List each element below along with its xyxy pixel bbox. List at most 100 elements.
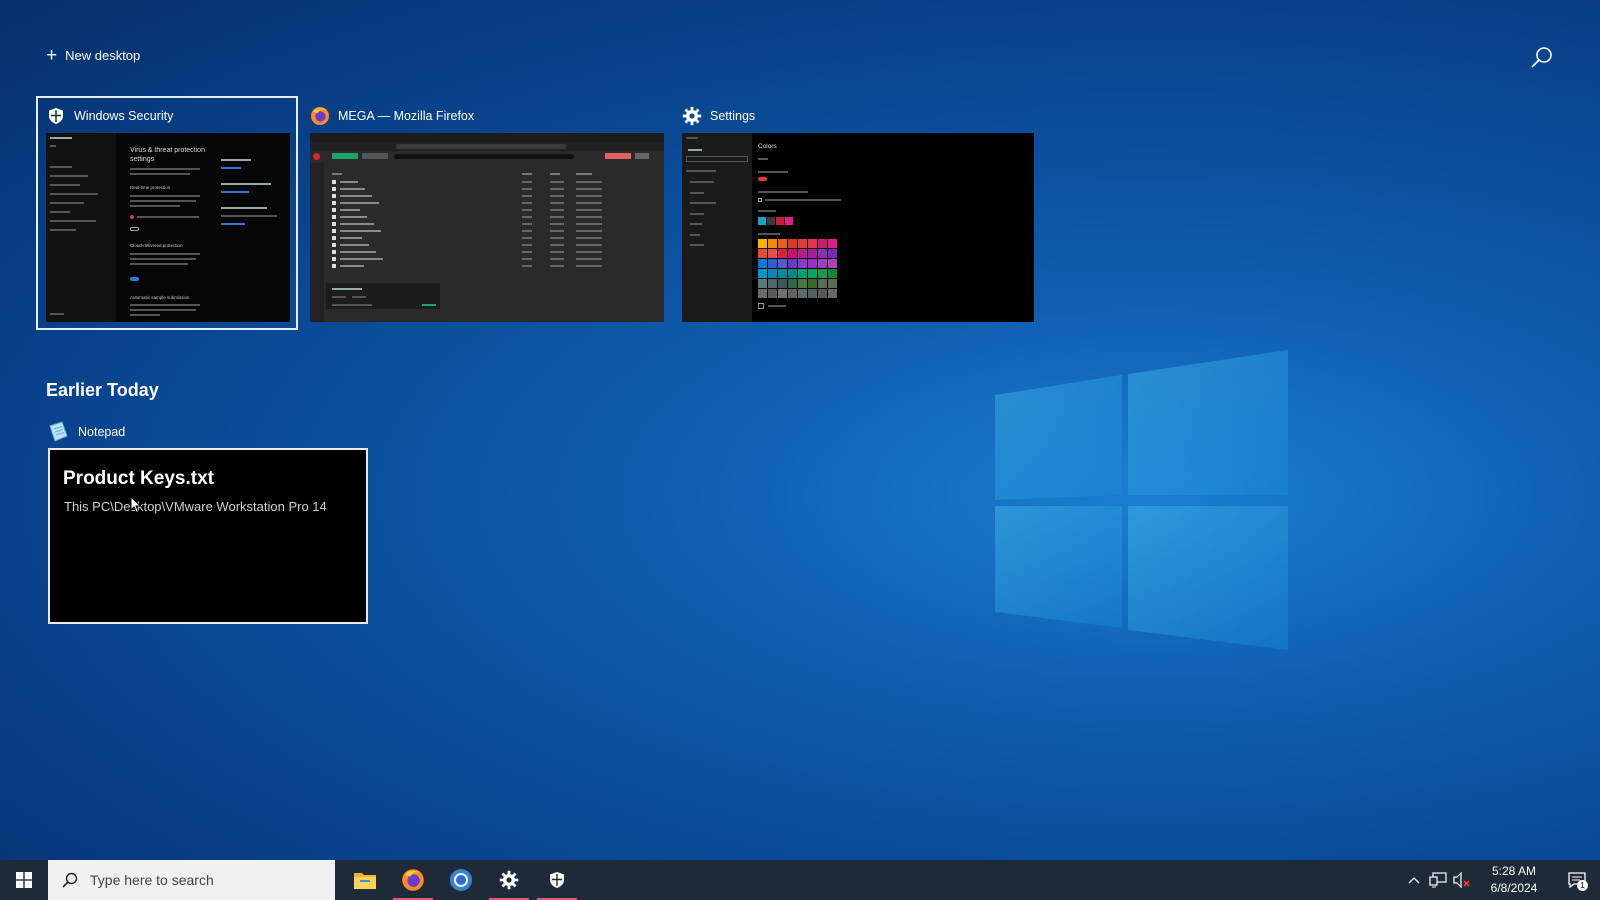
new-desktop-button[interactable]: + New desktop <box>46 44 140 66</box>
window-thumbnail-windows-security[interactable]: Windows Security Virus & threat protecti… <box>46 101 290 327</box>
color-swatch <box>788 249 797 258</box>
clock-time: 5:28 AM <box>1491 864 1537 878</box>
color-swatch <box>828 269 837 278</box>
color-swatch <box>818 269 827 278</box>
network-icon[interactable] <box>1426 860 1450 900</box>
security-heading: Virus & threat protection settings <box>130 147 205 163</box>
color-swatch <box>758 269 767 278</box>
timeline-card[interactable]: Product Keys.txt This PC\Desktop\VMware … <box>48 448 368 624</box>
color-swatch <box>828 259 837 268</box>
color-swatch <box>808 249 817 258</box>
color-swatch <box>818 239 827 248</box>
window-thumbnail-settings[interactable]: Settings Colors <box>682 101 1034 327</box>
windows-logo-wallpaper <box>990 350 1290 650</box>
timeline-file-path: This PC\Desktop\VMware Workstation Pro 1… <box>64 499 327 514</box>
color-swatch <box>778 259 787 268</box>
color-swatch <box>818 259 827 268</box>
taskbar: Type here to search 5:28 AM 6/8/2024 1 <box>0 860 1600 900</box>
color-swatch <box>768 239 777 248</box>
color-swatch <box>808 239 817 248</box>
rtp-label: Real-time protection <box>130 185 171 190</box>
file-explorer-icon <box>354 873 376 889</box>
firefox-icon <box>310 106 330 126</box>
mouse-cursor-icon <box>130 495 142 514</box>
color-swatch <box>768 289 777 298</box>
plus-icon: + <box>46 44 58 66</box>
window-thumbnail-firefox[interactable]: MEGA — Mozilla Firefox <box>310 101 664 327</box>
search-placeholder: Type here to search <box>90 872 214 888</box>
window-title: MEGA — Mozilla Firefox <box>338 109 475 123</box>
start-button[interactable] <box>0 860 48 900</box>
system-tray: 5:28 AM 6/8/2024 1 <box>1402 860 1600 900</box>
color-swatch <box>778 249 787 258</box>
color-swatch <box>798 279 807 288</box>
color-swatch <box>798 269 807 278</box>
timeline-item-notepad[interactable]: Notepad Product Keys.txt This PC\Desktop… <box>46 416 368 624</box>
preview-row <box>326 263 648 269</box>
color-swatch <box>758 249 767 258</box>
color-swatch <box>798 259 807 268</box>
gear-icon <box>682 106 702 126</box>
window-preview: Colors <box>682 133 1034 322</box>
color-swatch <box>818 289 827 298</box>
window-title: Windows Security <box>74 109 174 123</box>
taskbar-search-box[interactable]: Type here to search <box>48 860 335 900</box>
color-swatch <box>788 289 797 298</box>
color-swatch <box>768 269 777 278</box>
preview-row <box>326 207 648 213</box>
chevron-up-icon[interactable] <box>1402 860 1426 900</box>
preview-row <box>326 200 648 206</box>
color-swatch <box>808 259 817 268</box>
preview-row <box>326 249 648 255</box>
search-icon <box>62 872 78 888</box>
color-swatch <box>788 239 797 248</box>
notification-badge: 1 <box>1577 880 1588 891</box>
settings-heading: Colors <box>758 143 777 150</box>
color-swatch <box>828 249 837 258</box>
preview-row <box>326 179 648 185</box>
color-swatch <box>788 269 797 278</box>
color-swatch <box>828 289 837 298</box>
windows-icon <box>16 872 32 888</box>
color-swatch <box>778 289 787 298</box>
auto-label: Automatic sample submission <box>130 295 190 300</box>
chrome-icon <box>450 869 472 891</box>
search-icon[interactable] <box>1528 44 1556 72</box>
color-swatch <box>778 279 787 288</box>
section-title: Earlier Today <box>46 380 159 400</box>
gear-icon <box>499 870 519 890</box>
preview-row <box>326 256 648 262</box>
window-title: Settings <box>710 109 756 123</box>
color-swatch <box>818 249 827 258</box>
color-swatch <box>828 279 837 288</box>
volume-muted-icon[interactable] <box>1450 860 1474 900</box>
timeline-file-name: Product Keys.txt <box>63 468 214 489</box>
taskbar-windows-security[interactable] <box>533 860 581 900</box>
notepad-icon <box>46 420 70 444</box>
new-desktop-label: New desktop <box>65 47 141 63</box>
action-center-button[interactable]: 1 <box>1554 860 1600 900</box>
preview-row <box>326 228 648 234</box>
color-swatch <box>798 239 807 248</box>
preview-row <box>326 186 648 192</box>
timeline-app-name: Notepad <box>78 425 126 439</box>
color-swatch <box>828 239 837 248</box>
firefox-icon <box>402 869 424 891</box>
color-swatch <box>788 279 797 288</box>
color-swatch <box>808 289 817 298</box>
color-swatch <box>768 259 777 268</box>
taskbar-chrome[interactable] <box>437 860 485 900</box>
clock[interactable]: 5:28 AM 6/8/2024 <box>1474 863 1554 897</box>
color-swatch <box>758 279 767 288</box>
taskbar-file-explorer[interactable] <box>341 860 389 900</box>
color-swatch <box>808 269 817 278</box>
color-swatch <box>808 279 817 288</box>
color-swatch <box>818 279 827 288</box>
taskbar-settings[interactable] <box>485 860 533 900</box>
window-preview <box>310 133 664 322</box>
color-swatch <box>778 239 787 248</box>
preview-row <box>326 242 648 248</box>
taskbar-firefox[interactable] <box>389 860 437 900</box>
color-swatch <box>798 289 807 298</box>
preview-row <box>326 235 648 241</box>
